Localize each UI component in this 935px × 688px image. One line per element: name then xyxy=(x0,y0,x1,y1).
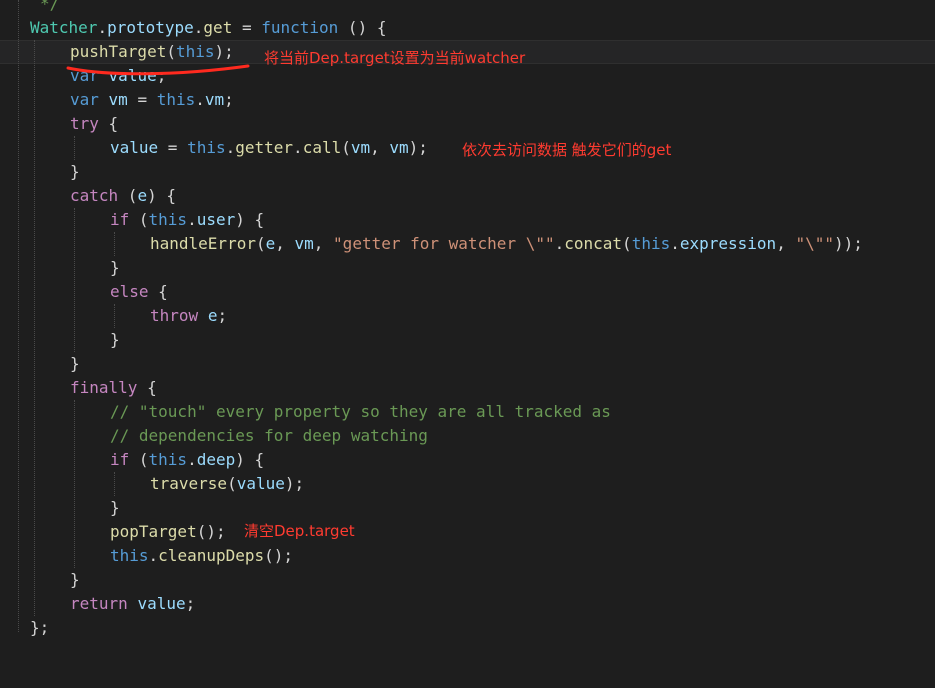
identifier-deep: deep xyxy=(196,450,236,469)
identifier-expression: expression xyxy=(679,234,777,253)
code-line: catch (e) { xyxy=(70,186,176,205)
call-call: call xyxy=(302,138,342,157)
keyword-else: else xyxy=(110,282,149,301)
code-line: if (this.user) { xyxy=(110,210,265,229)
identifier-value: value xyxy=(236,474,285,493)
keyword-catch: catch xyxy=(70,186,119,205)
code-line: finally { xyxy=(70,378,157,397)
keyword-function: function xyxy=(261,18,339,37)
indent-guide xyxy=(114,232,115,256)
code-line: this.cleanupDeps(); xyxy=(110,546,294,565)
comment-line-1: // "touch" every property so they are al… xyxy=(110,402,611,421)
code-line: var vm = this.vm; xyxy=(70,90,234,109)
keyword-this: this xyxy=(631,234,671,253)
code-line: Watcher.prototype.get = function () { xyxy=(30,18,387,37)
identifier-value: value xyxy=(137,594,186,613)
identifier-vm: vm xyxy=(389,138,409,157)
comment-line-2: // dependencies for deep watching xyxy=(110,426,428,445)
call-handleerror: handleError xyxy=(150,234,256,253)
keyword-throw: throw xyxy=(150,306,199,325)
identifier-e: e xyxy=(265,234,276,253)
string-getter-for-watcher: "getter for watcher \"" xyxy=(333,234,555,253)
comment-end: */ xyxy=(40,0,60,13)
call-poptarget: popTarget xyxy=(110,522,197,541)
identifier-user: user xyxy=(196,210,236,229)
call-concat: concat xyxy=(564,234,623,253)
indent-guide xyxy=(74,136,75,160)
identifier-e: e xyxy=(207,306,218,325)
code-line: handleError(e, vm, "getter for watcher \… xyxy=(150,234,863,253)
code-line: popTarget(); xyxy=(110,522,226,541)
keyword-finally: finally xyxy=(70,378,138,397)
keyword-if: if xyxy=(110,450,130,469)
indent-guide xyxy=(114,472,115,496)
identifier-e: e xyxy=(137,186,148,205)
code-line: throw e; xyxy=(150,306,228,325)
identifier-watcher: Watcher xyxy=(30,18,98,37)
identifier-getter: getter xyxy=(235,138,294,157)
string-quote: "\"" xyxy=(795,234,834,253)
annotation-pushtarget: 将当前Dep.target设置为当前watcher xyxy=(264,49,526,67)
code-line: } xyxy=(70,570,80,589)
keyword-var: var xyxy=(70,90,99,109)
keyword-this: this xyxy=(110,546,149,565)
keyword-return: return xyxy=(70,594,128,613)
call-traverse: traverse xyxy=(150,474,228,493)
identifier-prototype: prototype xyxy=(107,18,194,37)
annotation-poptarget: 清空Dep.target xyxy=(244,522,355,540)
identifier-value: value xyxy=(110,138,159,157)
code-line: try { xyxy=(70,114,119,133)
code-line: else { xyxy=(110,282,168,301)
call-pushtarget: pushTarget xyxy=(70,42,167,61)
keyword-this: this xyxy=(156,90,196,109)
code-line: } xyxy=(110,498,120,517)
code-line: */ xyxy=(0,0,59,16)
code-editor[interactable]: */ Watcher.prototype.get = function () {… xyxy=(0,0,935,644)
call-cleanupdeps: cleanupDeps xyxy=(158,546,265,565)
annotation-getter: 依次去访问数据 触发它们的get xyxy=(462,141,672,159)
identifier-vm: vm xyxy=(294,234,314,253)
identifier-vm: vm xyxy=(108,90,128,109)
code-line: var value; xyxy=(70,66,167,85)
code-line: } xyxy=(70,354,80,373)
identifier-vm: vm xyxy=(350,138,371,157)
keyword-try: try xyxy=(70,114,99,133)
keyword-if: if xyxy=(110,210,130,229)
indent-guide xyxy=(18,0,19,632)
identifier-get: get xyxy=(203,18,233,37)
keyword-this: this xyxy=(148,210,188,229)
indent-guide xyxy=(34,40,35,616)
code-line: } xyxy=(70,162,80,181)
annotation-underline xyxy=(66,64,250,76)
code-line: if (this.deep) { xyxy=(110,450,265,469)
code-line: // "touch" every property so they are al… xyxy=(0,400,611,424)
code-line: traverse(value); xyxy=(150,474,305,493)
code-line: return value; xyxy=(70,594,196,613)
indent-guide xyxy=(74,400,75,568)
keyword-this: this xyxy=(175,42,215,61)
code-line: // dependencies for deep watching xyxy=(0,424,428,448)
indent-guide xyxy=(74,208,75,352)
code-line: value = this.getter.call(vm, vm); xyxy=(110,138,428,157)
identifier-vm: vm xyxy=(204,90,225,109)
indent-guide xyxy=(114,304,115,328)
keyword-this: this xyxy=(187,138,226,157)
code-line: } xyxy=(110,258,120,277)
code-line: }; xyxy=(30,618,50,637)
code-line: } xyxy=(110,330,120,349)
keyword-this: this xyxy=(148,450,188,469)
